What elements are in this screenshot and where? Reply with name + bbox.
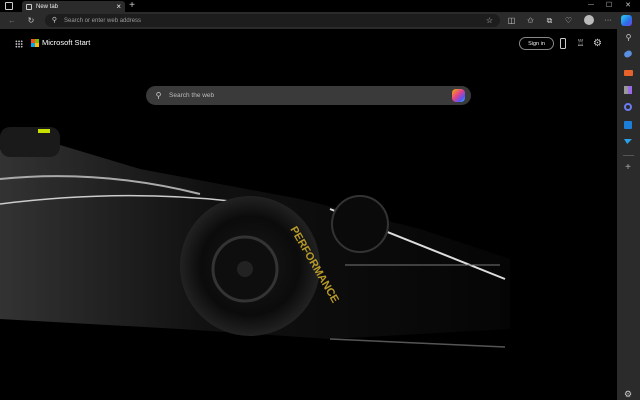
- sign-in-label: Sign in: [528, 40, 545, 47]
- minimize-button[interactable]: —: [585, 0, 597, 10]
- page-icon: [26, 4, 32, 10]
- more-menu-button[interactable]: ···: [603, 16, 613, 25]
- tab-strip: New tab × + — ☐ ✕: [0, 0, 640, 12]
- refresh-icon[interactable]: ↻: [26, 16, 36, 25]
- new-tab-page: PERFORMANCE Microsoft Start Sign in ♖ ⚙ …: [0, 29, 617, 400]
- address-placeholder: Search or enter web address: [64, 17, 142, 24]
- copilot-icon[interactable]: [621, 15, 632, 26]
- web-search-box[interactable]: ⚲ Search the web: [146, 86, 471, 105]
- sidebar-games-icon[interactable]: [624, 86, 632, 94]
- edge-sidebar: ⚲ + ⚙: [617, 29, 640, 400]
- browser-essentials-icon[interactable]: ♡: [564, 16, 573, 25]
- close-tab-icon[interactable]: ×: [116, 2, 121, 11]
- profile-avatar[interactable]: [584, 15, 594, 25]
- search-icon: ⚲: [51, 17, 58, 24]
- address-bar[interactable]: ⚲ Search or enter web address ☆: [45, 14, 500, 27]
- sidebar-add-button[interactable]: +: [623, 163, 633, 173]
- copilot-search-icon[interactable]: [452, 89, 465, 102]
- rewards-icon[interactable]: ♖: [575, 38, 586, 49]
- tab-actions-icon[interactable]: [5, 2, 13, 10]
- sidebar-outlook-icon[interactable]: [624, 121, 632, 129]
- tab-title: New tab: [36, 3, 59, 10]
- sidebar-settings-icon[interactable]: ⚙: [623, 389, 633, 399]
- brand-title[interactable]: Microsoft Start: [42, 38, 90, 47]
- back-icon[interactable]: ←: [7, 16, 17, 25]
- sidebar-divider: [623, 155, 634, 156]
- microsoft-logo[interactable]: [31, 39, 39, 47]
- toolbar: ← ↻ ⚲ Search or enter web address ☆ ◫ ✩ …: [0, 12, 640, 29]
- favorites-icon[interactable]: ✩: [526, 16, 535, 25]
- sidebar-tools-icon[interactable]: [624, 70, 633, 76]
- sidebar-shopping-icon[interactable]: [623, 49, 633, 59]
- search-placeholder: Search the web: [169, 92, 215, 99]
- new-tab-button[interactable]: +: [127, 0, 137, 11]
- close-window-button[interactable]: ✕: [622, 0, 634, 10]
- apps-launcher-icon[interactable]: [15, 40, 23, 48]
- sidebar-search-icon[interactable]: ⚲: [623, 33, 634, 43]
- f1-car-background-image: PERFORMANCE: [0, 127, 510, 348]
- sidebar-drop-icon[interactable]: [624, 139, 632, 144]
- search-icon: ⚲: [155, 90, 162, 100]
- sign-in-button[interactable]: Sign in: [519, 37, 554, 50]
- split-screen-icon[interactable]: ◫: [507, 16, 516, 25]
- favorite-star-icon[interactable]: ☆: [485, 16, 494, 25]
- mobile-app-icon[interactable]: [560, 38, 566, 49]
- sidebar-microsoft365-icon[interactable]: [624, 103, 632, 111]
- maximize-button[interactable]: ☐: [603, 0, 615, 10]
- settings-gear-icon[interactable]: ⚙: [592, 38, 603, 49]
- tab-new-tab[interactable]: New tab ×: [22, 1, 125, 12]
- collections-icon[interactable]: ⧉: [545, 16, 554, 25]
